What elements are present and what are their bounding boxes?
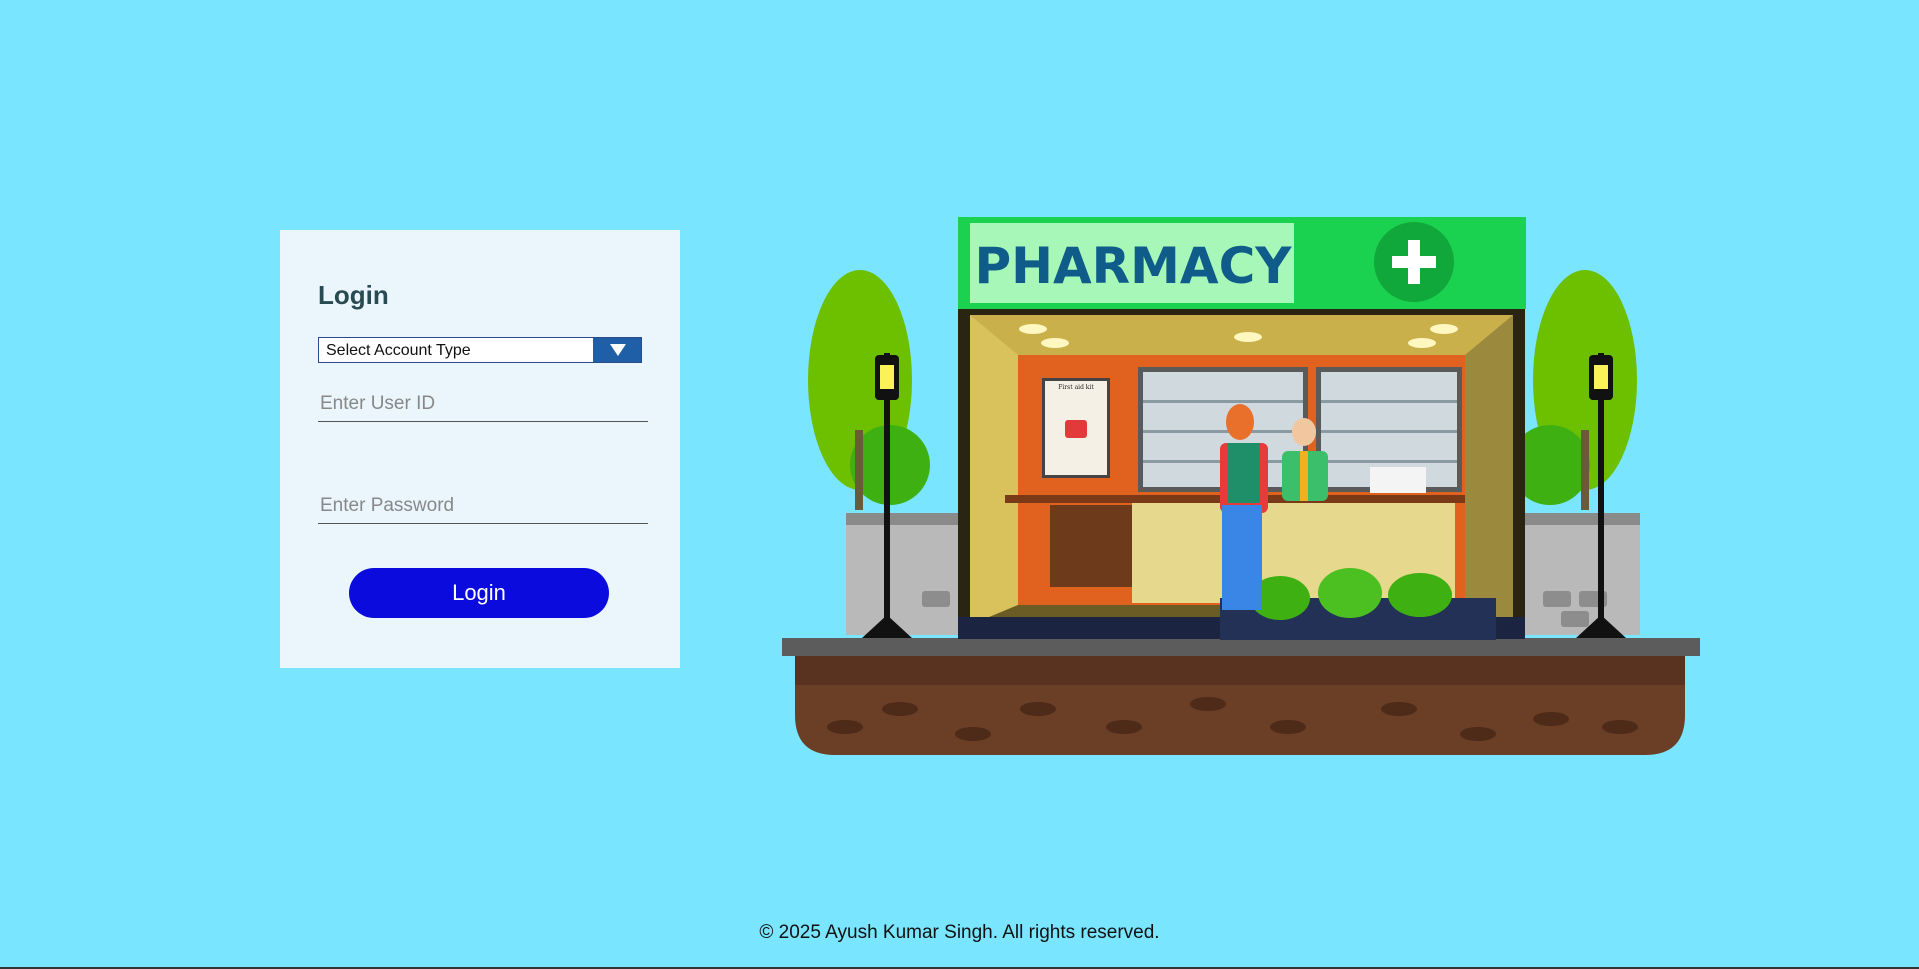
right-tree	[1510, 270, 1637, 510]
poster-text: First aid kit	[1058, 384, 1094, 391]
password-field	[318, 489, 648, 524]
chevron-down-icon	[610, 344, 626, 356]
pharmacy-illustration: First aid kit PHARMACY	[782, 217, 1700, 755]
shop-building: First aid kit	[958, 307, 1525, 640]
footer-copyright: © 2025 Ayush Kumar Singh. All rights res…	[759, 922, 1160, 943]
pharmacy-sign: PHARMACY	[958, 217, 1526, 309]
user-id-field	[318, 387, 648, 422]
ground	[782, 638, 1700, 755]
login-title: Login	[318, 280, 389, 310]
select-arrow-button[interactable]	[593, 338, 641, 362]
pharmacy-sign-text: PHARMACY	[974, 237, 1292, 295]
account-type-select[interactable]: Select Account Type	[318, 337, 642, 363]
login-button[interactable]: Login	[349, 568, 609, 618]
login-card: Login Select Account Type Login	[280, 230, 680, 668]
user-id-input[interactable]	[318, 387, 648, 421]
password-input[interactable]	[318, 489, 648, 523]
left-tree	[808, 270, 930, 510]
account-type-selected: Select Account Type	[326, 342, 471, 359]
